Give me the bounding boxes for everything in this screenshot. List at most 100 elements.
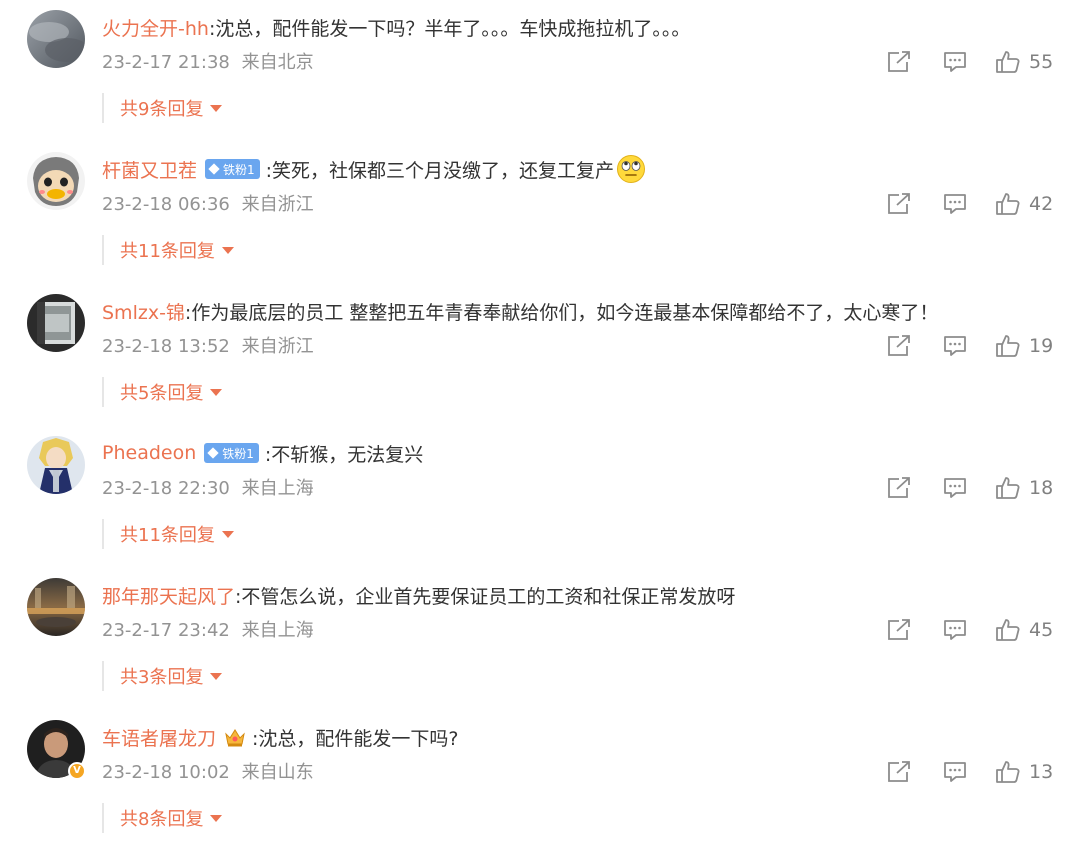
username-link[interactable]: 杆菌又卫茬 bbox=[102, 156, 197, 183]
comment-item: V 车语者屠龙刀 :沈总，配件能发一下吗? 23-2-18 10:02 来自山东… bbox=[0, 710, 1080, 842]
like-icon bbox=[996, 335, 1020, 357]
comment-item: Pheadeon 铁粉1 :不斩猴，无法复兴 23-2-18 22:30 来自上… bbox=[0, 426, 1080, 568]
comment-source: 来自北京 bbox=[241, 52, 314, 73]
comment-time: 23-2-18 10:02 bbox=[102, 762, 230, 783]
avatar[interactable] bbox=[27, 578, 85, 636]
view-replies-link[interactable]: 共8条回复 bbox=[102, 803, 223, 833]
comment-text: :作为最底层的员工 整整把五年青春奉献给你们，如今连最基本保障都给不了，太心寒了… bbox=[184, 301, 939, 324]
comment-icon[interactable] bbox=[942, 50, 968, 78]
comment-meta: 23-2-18 13:52 来自浙江 bbox=[102, 332, 314, 358]
like-count: 18 bbox=[1029, 477, 1054, 499]
diamond-icon bbox=[207, 447, 219, 459]
eye-roll-emoji-icon bbox=[617, 155, 646, 183]
comment-icon[interactable] bbox=[942, 334, 968, 362]
comment-source: 来自山东 bbox=[241, 762, 314, 783]
comment-icon[interactable] bbox=[942, 192, 968, 220]
like-icon bbox=[996, 477, 1020, 499]
comment-line: 那年那天起风了 :不管怎么说，企业首先要保证员工的工资和社保正常发放呀 bbox=[102, 580, 735, 610]
comment-text: :不斩猴，无法复兴 bbox=[264, 443, 424, 466]
avatar[interactable] bbox=[27, 294, 85, 352]
view-replies-link[interactable]: 共9条回复 bbox=[102, 93, 223, 123]
caret-down-icon bbox=[210, 814, 223, 822]
share-icon[interactable] bbox=[886, 618, 912, 646]
comment-meta: 23-2-18 22:30 来自上海 bbox=[102, 474, 314, 500]
caret-down-icon bbox=[210, 104, 223, 112]
comment-text: :沈总，配件能发一下吗? bbox=[252, 727, 459, 750]
avatar[interactable] bbox=[27, 436, 85, 494]
comment-item: 那年那天起风了 :不管怎么说，企业首先要保证员工的工资和社保正常发放呀 23-2… bbox=[0, 568, 1080, 710]
share-icon[interactable] bbox=[886, 50, 912, 78]
comment-time: 23-2-18 13:52 bbox=[102, 336, 230, 357]
like-button[interactable]: 18 bbox=[995, 476, 1053, 500]
share-icon[interactable] bbox=[886, 192, 912, 220]
comment-line: Pheadeon 铁粉1 :不斩猴，无法复兴 bbox=[102, 438, 423, 468]
comment-meta: 23-2-18 10:02 来自山东 bbox=[102, 758, 314, 784]
like-button[interactable]: 19 bbox=[995, 334, 1053, 358]
like-count: 42 bbox=[1029, 193, 1054, 215]
replies-count: 共9条回复 bbox=[120, 99, 204, 120]
view-replies-link[interactable]: 共11条回复 bbox=[102, 235, 234, 265]
like-button[interactable]: 42 bbox=[995, 192, 1053, 216]
replies-count: 共11条回复 bbox=[120, 525, 215, 546]
crown-icon bbox=[225, 729, 245, 747]
avatar[interactable] bbox=[27, 152, 85, 210]
like-icon bbox=[996, 619, 1020, 641]
replies-count: 共5条回复 bbox=[120, 383, 204, 404]
comment-time: 23-2-18 22:30 bbox=[102, 478, 230, 499]
like-count: 55 bbox=[1029, 51, 1054, 73]
like-count: 13 bbox=[1029, 761, 1054, 783]
verified-badge-icon: V bbox=[68, 762, 86, 780]
fan-badge-label: 铁粉1 bbox=[223, 162, 255, 177]
share-icon[interactable] bbox=[886, 760, 912, 788]
replies-count: 共3条回复 bbox=[120, 667, 204, 688]
comment-line: 车语者屠龙刀 :沈总，配件能发一下吗? bbox=[102, 722, 459, 752]
fan-badge: 铁粉1 bbox=[204, 443, 259, 463]
fan-badge: 铁粉1 bbox=[205, 159, 260, 179]
comment-item: Smlzx-锦 :作为最底层的员工 整整把五年青春奉献给你们，如今连最基本保障都… bbox=[0, 284, 1080, 426]
fan-badge-label: 铁粉1 bbox=[222, 446, 254, 461]
avatar[interactable] bbox=[27, 10, 85, 68]
comment-icon[interactable] bbox=[942, 476, 968, 504]
like-button[interactable]: 13 bbox=[995, 760, 1053, 784]
like-icon bbox=[996, 761, 1020, 783]
comment-text: :沈总，配件能发一下吗？半年了。。。车快成拖拉机了。。。 bbox=[208, 17, 691, 40]
username-link[interactable]: 那年那天起风了 bbox=[102, 582, 235, 609]
comment-icon[interactable] bbox=[942, 618, 968, 646]
caret-down-icon bbox=[210, 672, 223, 680]
comment-line: Smlzx-锦 :作为最底层的员工 整整把五年青春奉献给你们，如今连最基本保障都… bbox=[102, 296, 938, 326]
caret-down-icon bbox=[221, 246, 234, 254]
comment-meta: 23-2-17 21:38 来自北京 bbox=[102, 48, 314, 74]
comment-line: 火力全开-hh :沈总，配件能发一下吗？半年了。。。车快成拖拉机了。。。 bbox=[102, 12, 690, 42]
like-button[interactable]: 55 bbox=[995, 50, 1053, 74]
share-icon[interactable] bbox=[886, 334, 912, 362]
caret-down-icon bbox=[210, 388, 223, 396]
comment-source: 来自上海 bbox=[241, 620, 314, 641]
like-button[interactable]: 45 bbox=[995, 618, 1053, 642]
comment-source: 来自浙江 bbox=[241, 194, 314, 215]
replies-count: 共8条回复 bbox=[120, 809, 204, 830]
view-replies-link[interactable]: 共3条回复 bbox=[102, 661, 223, 691]
replies-count: 共11条回复 bbox=[120, 241, 215, 262]
like-count: 19 bbox=[1029, 335, 1054, 357]
view-replies-link[interactable]: 共11条回复 bbox=[102, 519, 234, 549]
like-count: 45 bbox=[1029, 619, 1054, 641]
share-icon[interactable] bbox=[886, 476, 912, 504]
comment-time: 23-2-18 06:36 bbox=[102, 194, 230, 215]
view-replies-link[interactable]: 共5条回复 bbox=[102, 377, 223, 407]
username-link[interactable]: Smlzx-锦 bbox=[102, 298, 185, 325]
username-link[interactable]: 火力全开-hh bbox=[102, 14, 209, 41]
comment-text: :不管怎么说，企业首先要保证员工的工资和社保正常发放呀 bbox=[235, 585, 736, 608]
comment-list: 火力全开-hh :沈总，配件能发一下吗？半年了。。。车快成拖拉机了。。。 23-… bbox=[0, 0, 1080, 842]
comment-time: 23-2-17 21:38 bbox=[102, 52, 230, 73]
caret-down-icon bbox=[221, 530, 234, 538]
comment-line: 杆菌又卫茬 铁粉1 :笑死，社保都三个月没缴了，还复工复产 bbox=[102, 154, 646, 184]
like-icon bbox=[996, 51, 1020, 73]
comment-source: 来自浙江 bbox=[241, 336, 314, 357]
diamond-icon bbox=[208, 163, 220, 175]
comment-item: 火力全开-hh :沈总，配件能发一下吗？半年了。。。车快成拖拉机了。。。 23-… bbox=[0, 0, 1080, 142]
comment-time: 23-2-17 23:42 bbox=[102, 620, 230, 641]
comment-icon[interactable] bbox=[942, 760, 968, 788]
username-link[interactable]: 车语者屠龙刀 bbox=[102, 724, 216, 751]
comment-source: 来自上海 bbox=[241, 478, 314, 499]
username-link[interactable]: Pheadeon bbox=[102, 442, 196, 464]
